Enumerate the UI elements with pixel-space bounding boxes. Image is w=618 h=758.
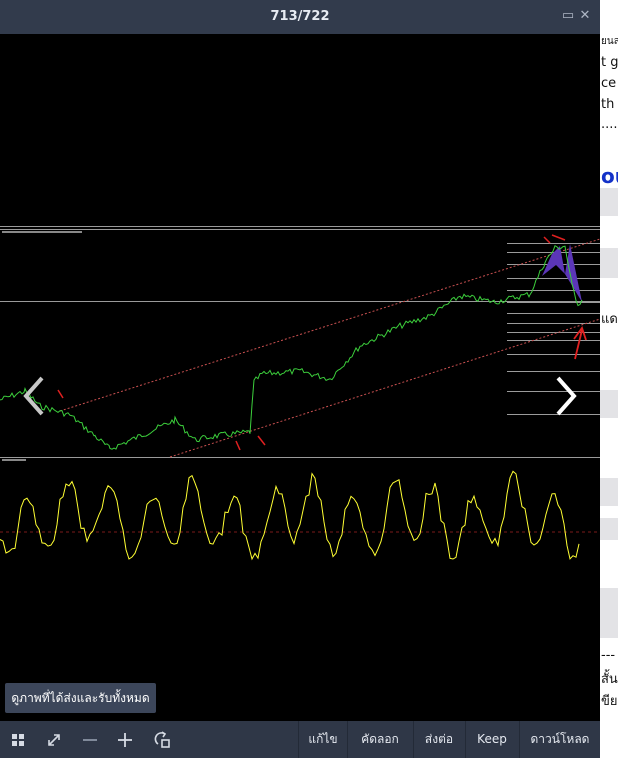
forward-button[interactable]: ส่งต่อ	[414, 721, 464, 758]
panel-text: t g	[601, 55, 618, 70]
viewer-toolbar: แก้ไข คัดลอก ส่งต่อ Keep ดาวน์โหลด	[0, 721, 600, 758]
background-chat-panel: ยนส t g ce th .... ou แด --- สั้น ขีย	[600, 0, 618, 758]
chevron-right-icon[interactable]	[550, 374, 580, 418]
chevron-left-icon[interactable]	[20, 374, 50, 418]
channel-lower-line	[169, 318, 600, 458]
panel-text: ---	[601, 648, 616, 663]
trading-chart-image	[0, 226, 600, 561]
swing-marker	[543, 236, 551, 244]
panel-row	[600, 588, 618, 638]
title-bar: 713/722 ▭ ✕	[0, 0, 600, 34]
close-icon[interactable]: ✕	[577, 8, 593, 24]
image-viewer	[0, 34, 600, 721]
toolbar-separator	[298, 721, 299, 758]
panel-row	[600, 518, 618, 540]
price-line	[0, 244, 583, 450]
channel-upper-line	[59, 238, 600, 412]
swing-marker	[235, 440, 241, 451]
edit-button[interactable]: แก้ไข	[300, 721, 346, 758]
oscillator-line	[0, 470, 580, 561]
keep-button[interactable]: Keep	[466, 721, 518, 758]
panel-heading: ou	[601, 164, 618, 188]
minimize-icon[interactable]: ▭	[560, 8, 576, 24]
panel-text: ce	[601, 76, 617, 91]
image-counter: 713/722	[270, 9, 330, 24]
fullscreen-icon[interactable]	[44, 730, 64, 750]
oscillator-header-text	[2, 459, 26, 461]
panel-row	[600, 390, 618, 418]
panel-text: สั้น	[601, 672, 618, 687]
panel-text: แด	[601, 312, 618, 327]
view-all-tooltip: ดูภาพที่ได้ส่งและรับทั้งหมด	[5, 683, 156, 713]
panel-text: ขีย	[601, 694, 618, 709]
panel-text: ....	[601, 117, 618, 132]
rotate-icon[interactable]	[152, 730, 172, 750]
swing-marker	[57, 389, 64, 399]
panel-row	[600, 248, 618, 278]
swing-marker	[551, 234, 566, 241]
panel-row	[600, 188, 618, 216]
zoom-in-icon[interactable]	[115, 730, 135, 750]
copy-button[interactable]: คัดลอก	[348, 721, 412, 758]
grid-icon[interactable]	[8, 730, 28, 750]
panel-text: th	[601, 97, 615, 112]
panel-text: ยนส	[601, 36, 618, 47]
download-button[interactable]: ดาวน์โหลด	[520, 721, 600, 758]
panel-row	[600, 478, 618, 506]
swing-marker	[257, 435, 266, 446]
chart-header-text	[2, 231, 82, 233]
zoom-out-icon[interactable]	[80, 730, 100, 750]
